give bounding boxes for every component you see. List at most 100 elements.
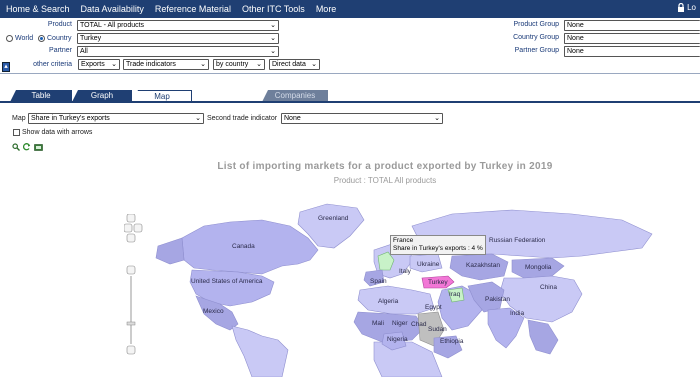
label-ukraine: Ukraine	[417, 261, 440, 268]
world-radio[interactable]: World	[6, 35, 33, 42]
map-indicator-value: Share in Turkey's exports	[31, 115, 110, 122]
country-radio[interactable]: Country	[38, 35, 72, 42]
second-indicator-select[interactable]: None ⌄	[281, 113, 443, 124]
map-toolbar	[12, 143, 43, 151]
label-italy: Italy	[399, 268, 411, 275]
label-mexico: Mexico	[203, 308, 224, 315]
product-group-value: None	[567, 22, 584, 29]
login-link[interactable]: Lo	[677, 3, 696, 12]
label-algeria: Algeria	[378, 298, 399, 305]
collapse-filters-button[interactable]: ▴	[2, 62, 10, 72]
chevron-down-icon: ⌄	[195, 115, 201, 122]
region-southeast-asia[interactable]	[527, 319, 559, 355]
partner-group-label: Partner Group	[514, 47, 559, 54]
partner-select-value: All	[80, 48, 88, 55]
label-pakistan: Pakistan	[485, 296, 510, 303]
label-iraq: Iraq	[449, 291, 461, 298]
label-russia: Russian Federation	[489, 237, 546, 244]
tabs-underline	[0, 101, 700, 103]
country-radio-label: Country	[47, 35, 72, 42]
label-sudan: Sudan	[428, 326, 447, 333]
filter-panel: Product TOTAL - All products ⌄ World Cou…	[0, 18, 700, 74]
login-label: Lo	[687, 3, 696, 12]
product-group-select[interactable]: None	[564, 20, 700, 31]
map-indicator-select[interactable]: Share in Turkey's exports ⌄	[28, 113, 204, 124]
show-arrows-checkbox[interactable]: Show data with arrows	[13, 129, 92, 136]
flow-select[interactable]: Exports ⌄	[78, 59, 120, 70]
data-type-select[interactable]: Direct data ⌄	[269, 59, 320, 70]
nav-other-itc-tools[interactable]: Other ITC Tools	[242, 4, 305, 14]
chevron-down-icon: ⌄	[434, 115, 440, 122]
chevron-down-icon: ⌄	[270, 48, 276, 55]
chevron-down-icon: ⌄	[270, 22, 276, 29]
zoom-icon[interactable]	[12, 143, 20, 151]
label-chad: Chad	[411, 321, 427, 328]
country-group-value: None	[567, 35, 584, 42]
country-select-value: Turkey	[80, 35, 102, 42]
map-tooltip: France Share in Turkey's exports : 4 %	[390, 235, 486, 255]
chevron-down-icon: ⌄	[111, 61, 117, 68]
country-select[interactable]: Turkey ⌄	[77, 33, 279, 44]
label-egypt: Egypt	[425, 304, 442, 311]
top-navigation-bar: Home & Search Data Availability Referenc…	[0, 0, 700, 18]
nav-more[interactable]: More	[316, 4, 337, 14]
other-criteria-label: other criteria	[33, 61, 72, 68]
label-nigeria: Nigeria	[387, 336, 408, 343]
second-indicator-label: Second trade indicator	[207, 115, 278, 122]
label-usa: United States of America	[191, 278, 263, 285]
partner-select[interactable]: All ⌄	[77, 46, 279, 57]
nav-home-search[interactable]: Home & Search	[6, 4, 70, 14]
product-label: Product	[47, 21, 72, 28]
region-central-africa[interactable]	[373, 341, 443, 377]
export-image-icon[interactable]	[34, 143, 43, 151]
indicator-select[interactable]: Trade indicators ⌄	[123, 59, 209, 70]
chevron-down-icon: ⌄	[311, 61, 317, 68]
label-india: India	[510, 310, 525, 317]
nav-reference-material[interactable]: Reference Material	[155, 4, 231, 14]
by-select[interactable]: by country ⌄	[213, 59, 265, 70]
nav-data-availability[interactable]: Data Availability	[81, 4, 144, 14]
tooltip-value: Share in Turkey's exports : 4 %	[393, 245, 483, 252]
partner-group-select[interactable]: None	[564, 46, 700, 57]
label-spain: Spain	[370, 278, 387, 285]
country-radio-dot	[38, 35, 45, 42]
label-ethiopia: Ethiopia	[440, 338, 464, 345]
world-radio-dot	[6, 35, 13, 42]
by-select-value: by country	[216, 61, 249, 68]
label-turkey: Turkey	[428, 279, 448, 286]
show-arrows-box	[13, 129, 20, 136]
map-subtitle: Product : TOTAL All products	[333, 176, 437, 185]
indicator-select-value: Trade indicators	[126, 61, 176, 68]
region-central-america[interactable]	[231, 325, 289, 377]
map-zoom-control[interactable]	[124, 214, 144, 356]
partner-label: Partner	[49, 47, 72, 54]
product-select[interactable]: TOTAL - All products ⌄	[77, 20, 279, 31]
label-china: China	[540, 284, 557, 291]
country-group-select[interactable]: None	[564, 33, 700, 44]
chevron-down-icon: ⌄	[200, 61, 206, 68]
product-group-label: Product Group	[513, 21, 559, 28]
label-kazakhstan: Kazakhstan	[466, 262, 500, 269]
product-select-value: TOTAL - All products	[80, 22, 145, 29]
country-alaska[interactable]	[155, 237, 185, 265]
chevron-down-icon: ⌄	[270, 35, 276, 42]
data-type-select-value: Direct data	[272, 61, 306, 68]
label-niger: Niger	[392, 320, 408, 327]
chevron-down-icon: ⌄	[256, 61, 262, 68]
refresh-icon[interactable]	[23, 143, 31, 151]
show-arrows-label: Show data with arrows	[22, 129, 93, 136]
world-radio-label: World	[15, 35, 34, 42]
second-indicator-value: None	[284, 115, 301, 122]
map-title: List of importing markets for a product …	[217, 161, 553, 172]
tooltip-country: France	[393, 237, 414, 244]
label-mongolia: Mongolia	[525, 264, 552, 271]
collapse-icon: ▴	[4, 63, 8, 70]
label-mali: Mali	[372, 320, 384, 327]
label-canada: Canada	[232, 243, 255, 250]
map-indicator-label: Map	[12, 115, 26, 122]
lock-icon	[678, 3, 685, 12]
partner-group-value: None	[567, 48, 584, 55]
flow-select-value: Exports	[81, 61, 105, 68]
label-greenland: Greenland	[318, 215, 349, 222]
country-group-label: Country Group	[513, 34, 559, 41]
